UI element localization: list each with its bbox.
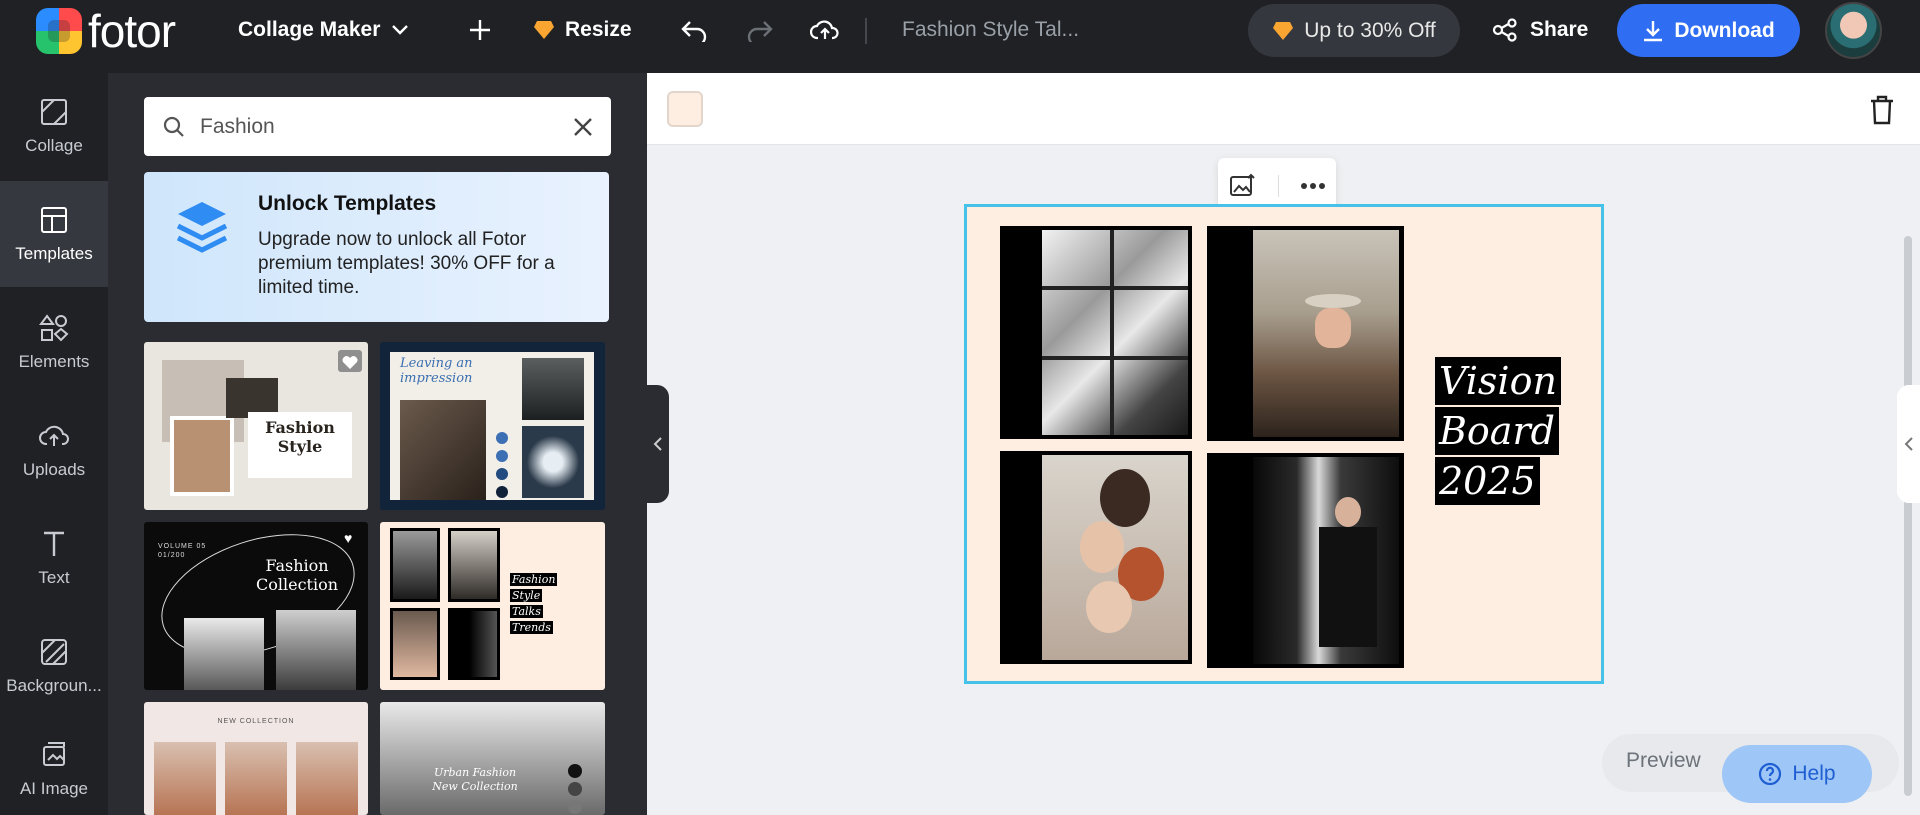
- help-button[interactable]: Help: [1722, 745, 1872, 803]
- preview-button[interactable]: Preview: [1626, 749, 1701, 773]
- template-subtitle: VOLUME 05 01/200: [158, 543, 207, 559]
- sidebar-item-label: AI Image: [19, 779, 89, 798]
- undo-button[interactable]: [680, 0, 708, 60]
- cloud-upload-icon: [810, 20, 839, 40]
- unlock-templates-banner[interactable]: Unlock Templates Upgrade now to unlock a…: [144, 172, 609, 322]
- search-input[interactable]: Fashion: [200, 115, 559, 139]
- background-icon: [41, 639, 67, 665]
- download-button[interactable]: Download: [1617, 4, 1800, 57]
- project-title[interactable]: Fashion Style Tal...: [902, 0, 1079, 60]
- sidebar-item-label: Collage: [25, 136, 83, 155]
- sidebar-item-collage[interactable]: Collage: [0, 73, 108, 179]
- replace-image-icon[interactable]: [1229, 173, 1257, 199]
- sidebar-item-text[interactable]: Text: [0, 505, 108, 611]
- template-title: Fashion Style: [265, 418, 335, 456]
- share-icon: [1492, 18, 1517, 42]
- sidebar-item-elements[interactable]: Elements: [0, 289, 108, 395]
- canvas-toolbar: [647, 73, 1920, 145]
- chevron-left-icon: [1904, 437, 1913, 451]
- template-card[interactable]: Fashion Style Talks Trends: [380, 522, 605, 690]
- fotor-logo-icon: [36, 8, 82, 54]
- ai-image-icon: [43, 742, 65, 766]
- premium-diamond-icon: [1273, 21, 1294, 40]
- help-icon: [1759, 762, 1782, 786]
- elements-icon: [39, 314, 69, 342]
- template-card[interactable]: NEW COLLECTION: [144, 702, 368, 815]
- layers-icon: [176, 202, 228, 253]
- add-button[interactable]: [468, 0, 492, 60]
- sidebar-item-label: Uploads: [22, 460, 86, 479]
- more-options-icon[interactable]: [1300, 182, 1326, 190]
- collage-cell-hat-woman[interactable]: [1207, 226, 1404, 441]
- templates-panel: Fashion Unlock Templates Upgrade now to …: [108, 73, 647, 815]
- templates-icon: [41, 207, 67, 233]
- plus-icon: [470, 20, 490, 40]
- template-card[interactable]: Fashion Style: [144, 342, 368, 510]
- divider: [865, 18, 867, 44]
- share-label: Share: [1530, 18, 1589, 41]
- undo-icon: [681, 21, 707, 42]
- sidebar-item-label: Text: [38, 568, 70, 587]
- favorite-icon[interactable]: ♥: [344, 530, 352, 546]
- divider: [1277, 175, 1279, 197]
- premium-diamond-icon: [534, 21, 554, 39]
- sidebar-item-uploads[interactable]: Uploads: [0, 397, 108, 503]
- fotor-logo[interactable]: fotor: [36, 5, 176, 57]
- help-label: Help: [1792, 762, 1836, 785]
- top-bar: fotor Collage Maker Resize Fashion Style…: [0, 0, 1920, 73]
- resize-label: Resize: [565, 18, 632, 41]
- sidebar-item-ai-image[interactable]: AI Image: [0, 721, 108, 815]
- logo-text: fotor: [88, 5, 176, 57]
- expand-right-panel-button[interactable]: [1897, 385, 1920, 503]
- template-card[interactable]: Urban Fashion New Collection: [380, 702, 605, 815]
- vision-board-title[interactable]: Vision Board 2025: [1435, 357, 1561, 507]
- sidebar-item-label: Templates: [15, 244, 93, 263]
- unlock-text: Upgrade now to unlock all Fotor premium …: [258, 229, 555, 298]
- unlock-title: Unlock Templates: [258, 192, 437, 215]
- mode-label: Collage Maker: [238, 18, 381, 41]
- resize-button[interactable]: Resize: [533, 0, 632, 60]
- collage-cell-doorway-woman[interactable]: [1207, 453, 1404, 668]
- offer-button[interactable]: Up to 30% Off: [1248, 4, 1460, 57]
- uploads-icon: [39, 425, 69, 446]
- template-title: Fashion Style Talks Trends: [510, 573, 558, 634]
- background-color-swatch[interactable]: [667, 91, 703, 127]
- avatar[interactable]: [1825, 2, 1882, 59]
- search-icon: [163, 116, 184, 137]
- text-icon: [44, 531, 64, 556]
- template-title: Fashion Collection: [256, 556, 339, 594]
- favorite-icon[interactable]: [338, 350, 362, 372]
- chevron-down-icon: [392, 25, 409, 35]
- template-title: NEW COLLECTION: [217, 718, 295, 725]
- search-field[interactable]: Fashion: [144, 97, 611, 156]
- sidebar-item-label: Elements: [18, 352, 90, 371]
- offer-label: Up to 30% Off: [1304, 18, 1436, 42]
- canvas-scrollbar[interactable]: [1904, 236, 1912, 796]
- collage-icon: [41, 99, 67, 125]
- collage-cell-hand-window[interactable]: [1000, 226, 1192, 439]
- sidebar-item-background[interactable]: Backgroun...: [0, 613, 108, 719]
- template-title: Urban Fashion New Collection: [432, 766, 518, 793]
- template-card[interactable]: Leaving an impression: [380, 342, 605, 510]
- chevron-left-icon: [653, 437, 662, 451]
- collage-board[interactable]: Vision Board 2025: [964, 204, 1604, 684]
- download-label: Download: [1674, 18, 1775, 42]
- redo-icon: [747, 21, 773, 42]
- collage-maker-dropdown[interactable]: Collage Maker: [238, 0, 409, 60]
- template-card[interactable]: VOLUME 05 01/200 Fashion Collection ♥: [144, 522, 368, 690]
- sidebar: Collage Templates Elements Uploads Text …: [0, 73, 108, 815]
- share-button[interactable]: Share: [1492, 0, 1588, 60]
- trash-icon[interactable]: [1868, 95, 1896, 125]
- sidebar-item-templates[interactable]: Templates: [0, 181, 108, 287]
- collage-cell-group-women[interactable]: [1000, 451, 1192, 664]
- close-icon[interactable]: [573, 117, 593, 137]
- sidebar-item-label: Backgroun...: [6, 676, 102, 695]
- redo-button[interactable]: [746, 0, 774, 60]
- template-title: Leaving an impression: [400, 356, 473, 386]
- cloud-save-button[interactable]: [810, 0, 840, 60]
- collapse-panel-button[interactable]: [647, 385, 669, 503]
- download-icon: [1644, 20, 1663, 41]
